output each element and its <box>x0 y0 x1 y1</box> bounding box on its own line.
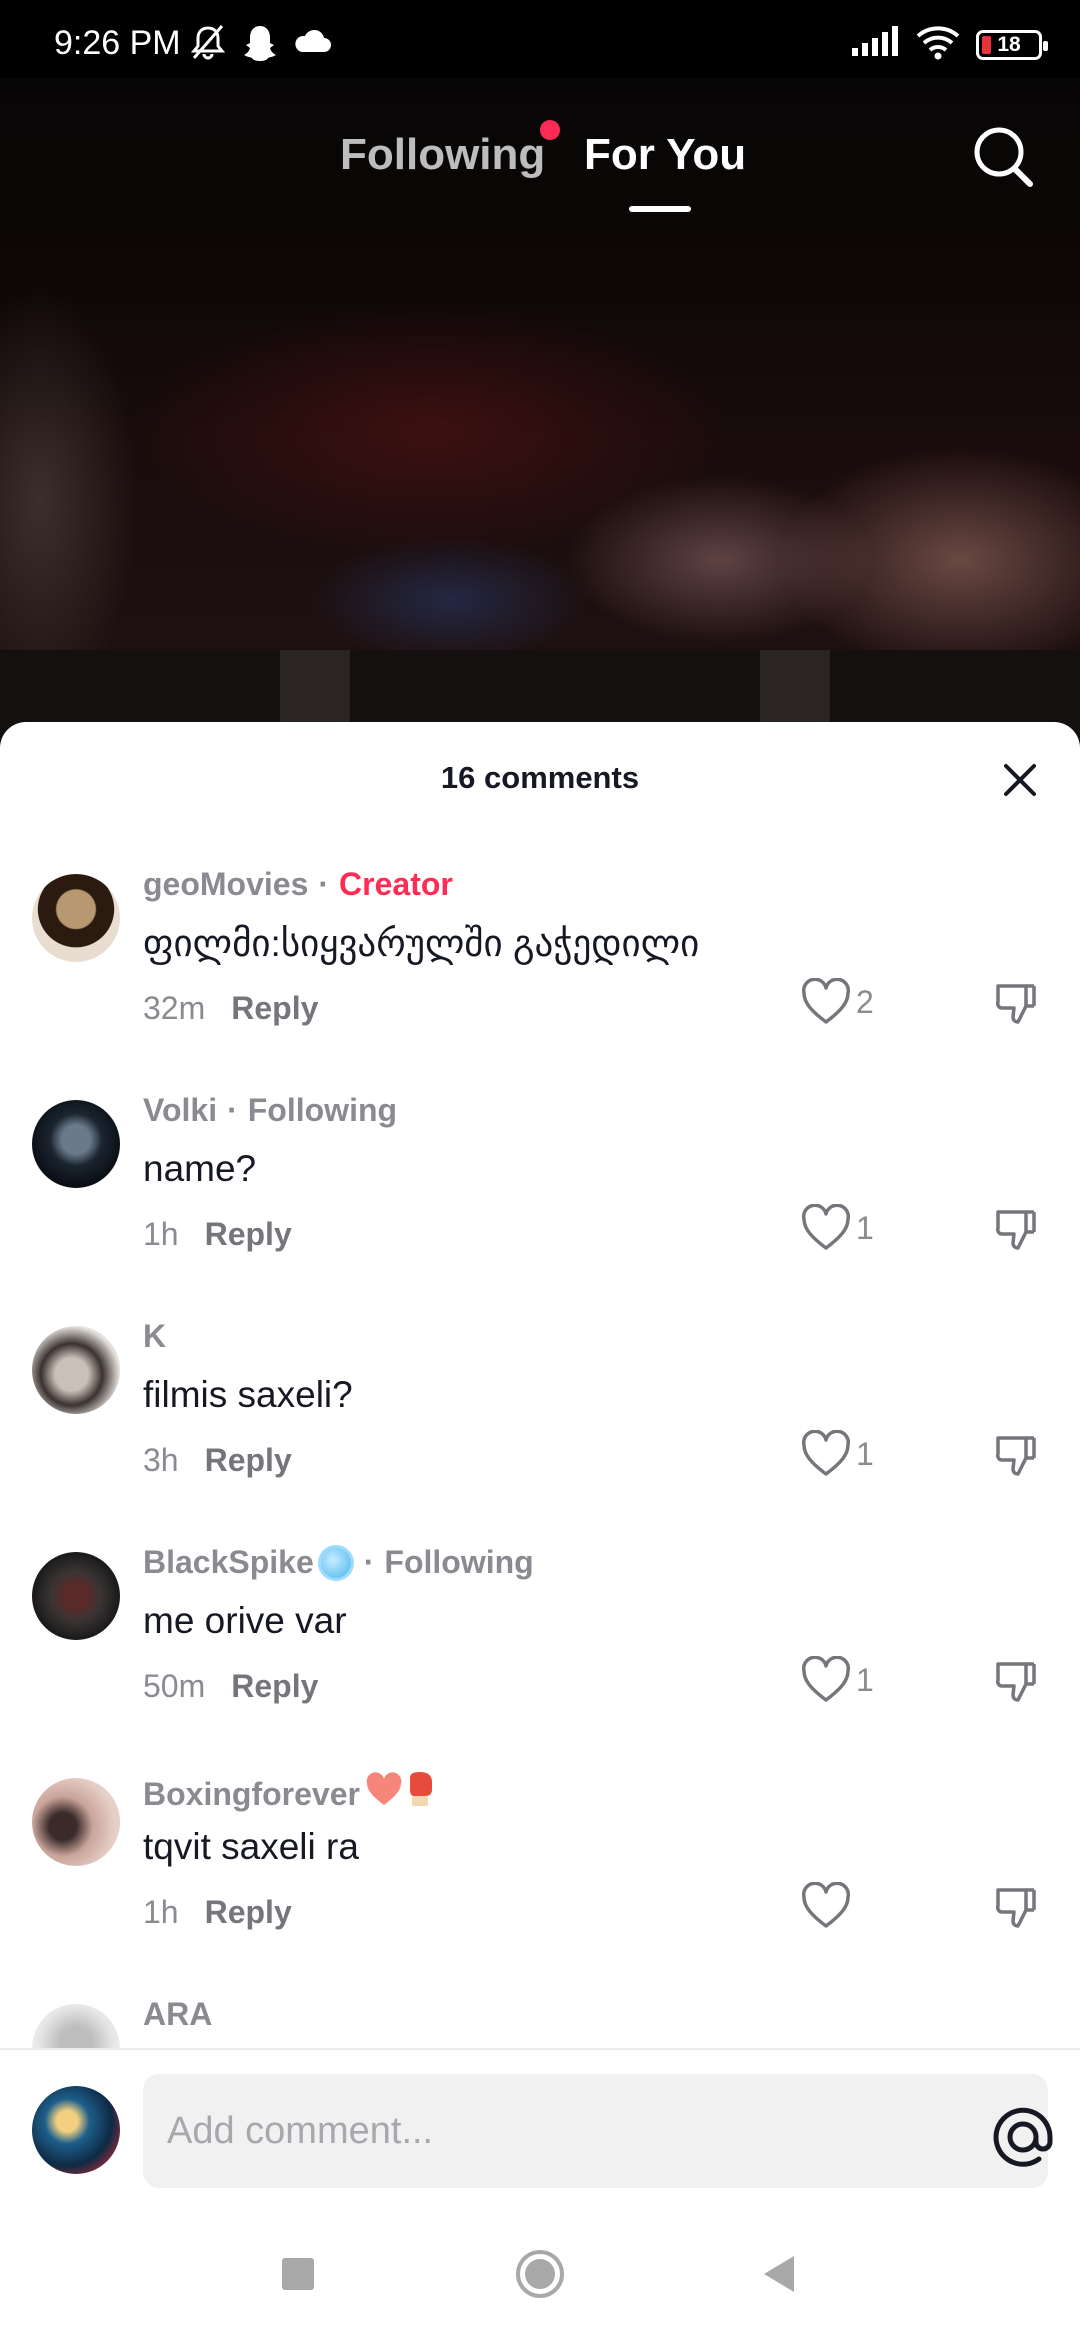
comment-text: tqvit saxeli ra <box>143 1826 359 1867</box>
cloud-icon <box>292 22 332 67</box>
comment-input-bar: Add comment... <box>0 2048 1080 2198</box>
wifi-icon <box>914 24 962 65</box>
signal-icon <box>850 26 900 63</box>
close-icon[interactable] <box>996 756 1044 804</box>
avatar[interactable] <box>32 1552 120 1640</box>
comment-text: name? <box>143 1148 257 1189</box>
comments-header: 16 comments <box>0 722 1080 838</box>
dislike-icon[interactable] <box>992 1432 1040 1480</box>
avatar[interactable] <box>32 1326 120 1414</box>
comment-author-row: Boxingforever <box>143 1770 436 1818</box>
heart-icon <box>801 978 851 1024</box>
comment-meta: 1h Reply <box>143 1216 292 1253</box>
dislike-icon[interactable] <box>992 1884 1040 1932</box>
comment-item: geoMovies · Creator ფილმი:სიყვარულში გაჭ… <box>0 866 1080 1092</box>
comment-input[interactable]: Add comment... <box>143 2074 1053 2188</box>
back-triangle-icon[interactable] <box>752 2246 808 2302</box>
like-button[interactable]: 1 <box>800 1656 874 1704</box>
comment-username[interactable]: K <box>143 1318 166 1355</box>
reply-button[interactable]: Reply <box>205 1442 292 1479</box>
separator-dot: · <box>227 1092 238 1128</box>
comment-meta: 50m Reply <box>143 1668 318 1705</box>
active-tab-indicator <box>629 206 691 212</box>
comment-item: BlackSpike · Following me orive var 50m … <box>0 1544 1080 1770</box>
comment-time: 3h <box>143 1442 179 1478</box>
dislike-icon[interactable] <box>992 1658 1040 1706</box>
following-badge: Following <box>247 1092 398 1128</box>
avatar[interactable] <box>32 874 120 962</box>
heart-icon <box>801 1882 851 1928</box>
like-button[interactable]: 1 <box>800 1204 874 1252</box>
dislike-icon[interactable] <box>992 1206 1040 1254</box>
heart-icon <box>801 1656 851 1702</box>
mute-bell-icon <box>188 22 228 67</box>
like-button[interactable]: 1 <box>800 1430 874 1478</box>
comment-time: 1h <box>143 1216 179 1252</box>
verified-badge-icon <box>317 1544 354 1581</box>
comment-author-row: Volki · Following <box>143 1092 397 1129</box>
boxing-glove-icon <box>404 1770 436 1818</box>
home-circle-icon[interactable] <box>512 2246 568 2302</box>
like-count: 1 <box>856 1435 874 1472</box>
like-count: 2 <box>856 983 874 1020</box>
heart-icon <box>801 1204 851 1250</box>
avatar[interactable] <box>32 1778 120 1866</box>
notification-dot <box>540 120 560 140</box>
status-bar: 9:26 PM 18 <box>0 0 1080 78</box>
comment-input-placeholder: Add comment... <box>167 2110 434 2152</box>
my-avatar[interactable] <box>32 2086 120 2174</box>
tab-for-you[interactable]: For You <box>584 130 746 180</box>
at-icon[interactable] <box>990 2104 1056 2170</box>
comment-username[interactable]: BlackSpike <box>143 1544 314 1581</box>
feed-tabs: Following For You <box>0 120 1080 220</box>
snapchat-icon <box>242 22 278 67</box>
reply-button[interactable]: Reply <box>205 1216 292 1253</box>
comment-username[interactable]: geoMovies <box>143 866 308 903</box>
like-button[interactable]: 2 <box>800 978 874 1026</box>
separator-dot: · <box>363 1544 375 1580</box>
status-time: 9:26 PM <box>54 24 181 62</box>
comment-item: Boxingforever tqvit saxeli ra 1h Reply <box>0 1770 1080 1996</box>
comment-text: filmis saxeli? <box>143 1374 353 1415</box>
comment-text: me orive var <box>143 1600 347 1641</box>
comment-username[interactable]: Volki <box>143 1092 217 1129</box>
creator-badge: Creator <box>339 866 453 902</box>
comment-author-row: geoMovies · Creator <box>143 866 453 903</box>
comment-item: K filmis saxeli? 3h Reply 1 <box>0 1318 1080 1544</box>
dislike-icon[interactable] <box>992 980 1040 1028</box>
comment-time: 1h <box>143 1894 179 1930</box>
battery-icon: 18 <box>976 29 1048 60</box>
comment-author-row: ARA <box>143 1996 212 2033</box>
comment-meta: 32m Reply <box>143 990 318 1027</box>
like-count: 1 <box>856 1209 874 1246</box>
search-icon[interactable] <box>968 120 1038 196</box>
comment-meta: 1h Reply <box>143 1894 292 1931</box>
tab-following[interactable]: Following <box>340 130 545 180</box>
comments-count-title: 16 comments <box>440 760 640 795</box>
reply-button[interactable]: Reply <box>205 1894 292 1931</box>
like-button[interactable] <box>800 1882 856 1930</box>
comment-author-row: BlackSpike · Following <box>143 1544 534 1581</box>
video-player[interactable] <box>0 0 1080 740</box>
like-count: 1 <box>856 1661 874 1698</box>
comment-username[interactable]: ARA <box>143 1996 212 2033</box>
avatar[interactable] <box>32 1100 120 1188</box>
system-nav-bar <box>0 2198 1080 2340</box>
reply-button[interactable]: Reply <box>231 990 318 1027</box>
comment-author-row: K <box>143 1318 166 1355</box>
battery-level: 18 <box>997 32 1021 56</box>
comment-time: 50m <box>143 1668 206 1704</box>
comment-item: Volki · Following name? 1h Reply 1 <box>0 1092 1080 1318</box>
heart-icon <box>801 1430 851 1476</box>
comment-time: 32m <box>143 990 206 1026</box>
heart-emoji-icon <box>364 1772 404 1816</box>
recents-square-icon[interactable] <box>270 2246 326 2302</box>
comment-username[interactable]: Boxingforever <box>143 1776 360 1813</box>
comment-text: ფილმი:სიყვარულში გაჭედილი <box>143 923 700 964</box>
comment-meta: 3h Reply <box>143 1442 292 1479</box>
following-badge: Following <box>384 1544 534 1580</box>
reply-button[interactable]: Reply <box>231 1668 318 1705</box>
separator-dot: · <box>318 866 330 902</box>
